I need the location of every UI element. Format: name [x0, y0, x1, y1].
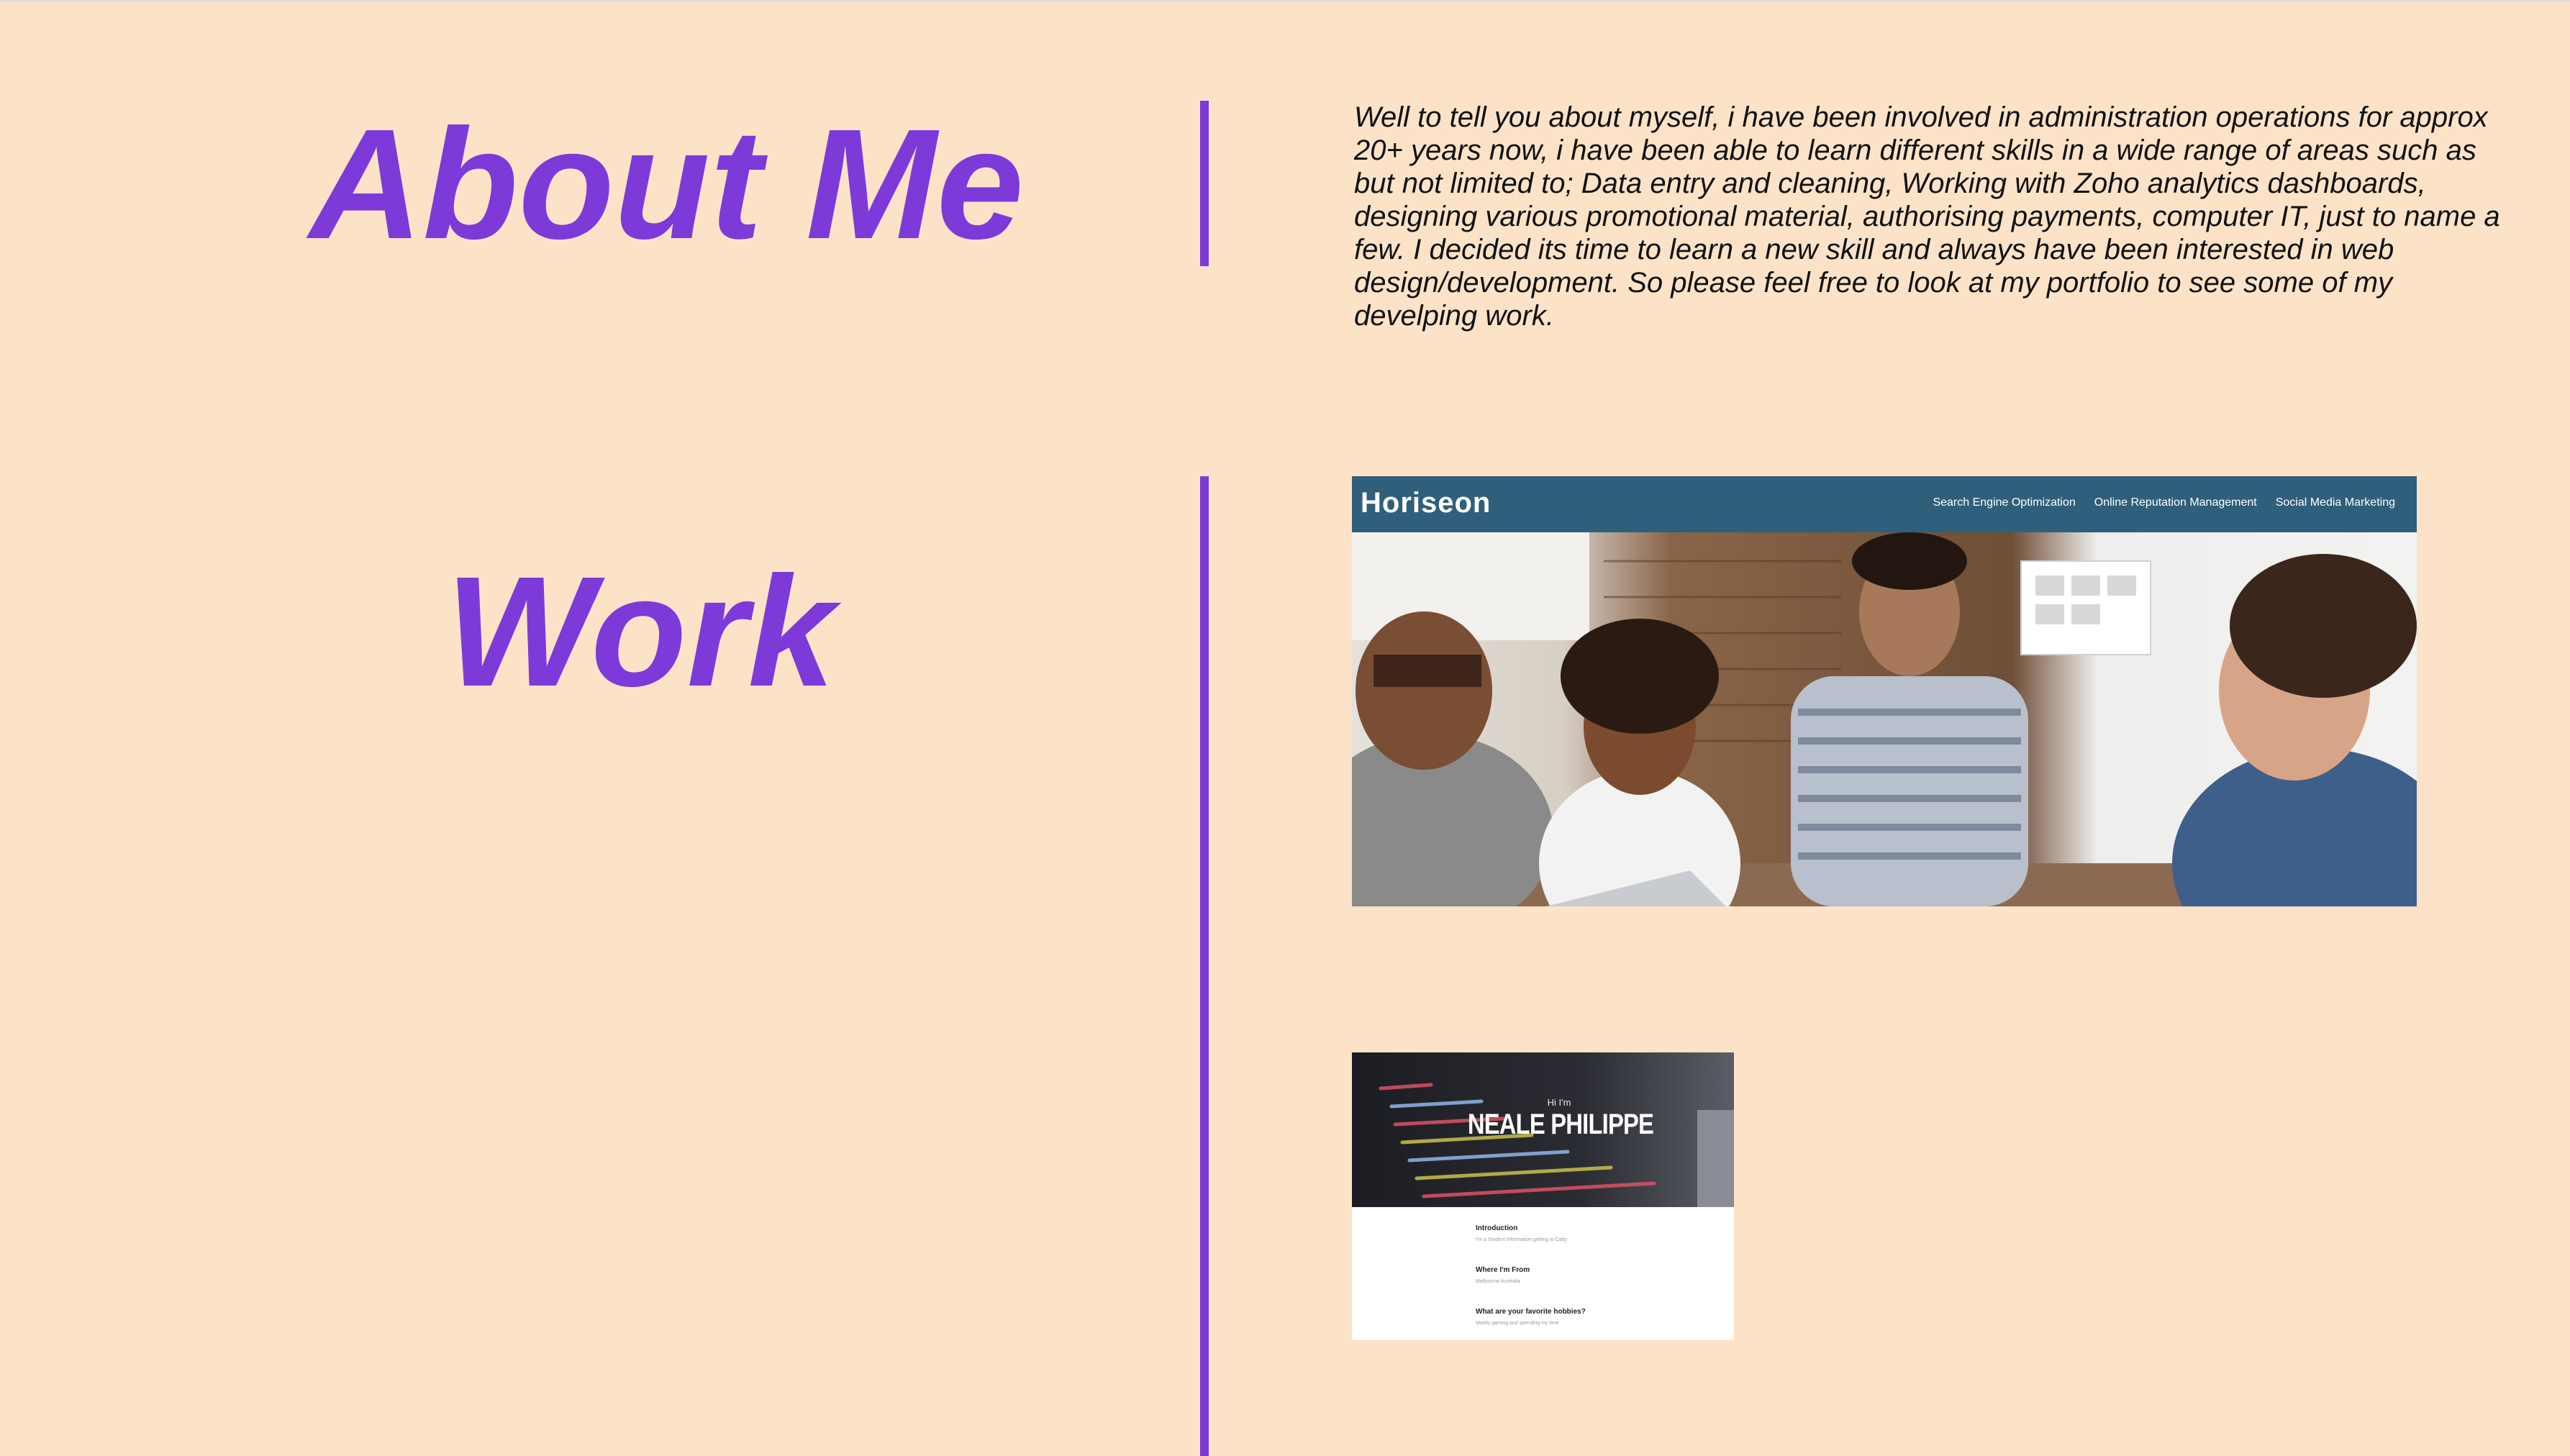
neale-section-text: Mostly gaming and spending my time [1476, 1321, 1559, 1326]
project-neale-thumbnail[interactable]: Hi I'm NEALE PHILIPPE Introduction I'm a… [1352, 1052, 1734, 1340]
horiseon-header: Horiseon Search Engine Optimization Onli… [1352, 476, 2417, 532]
about-paragraph: Well to tell you about myself, i have be… [1354, 101, 2500, 332]
neale-greeting: Hi I'm [1547, 1097, 1571, 1108]
horiseon-logo: Horiseon [1361, 487, 1491, 519]
about-heading: About Me [309, 97, 1024, 272]
project-horiseon-thumbnail[interactable]: Horiseon Search Engine Optimization Onli… [1352, 476, 2417, 906]
horiseon-team-photo [1352, 532, 2417, 906]
neale-section-heading: Introduction [1476, 1224, 1518, 1232]
horiseon-nav-seo: Search Engine Optimization [1933, 496, 2076, 509]
horiseon-nav-orm: Online Reputation Management [2094, 496, 2257, 509]
neale-section-text: I'm a Student Information getting to Cat… [1476, 1237, 1568, 1242]
work-heading: Work [445, 545, 835, 719]
neale-name: NEALE PHILIPPE [1467, 1109, 1654, 1140]
neale-content: Introduction I'm a Student Information g… [1352, 1207, 1734, 1340]
horiseon-nav: Search Engine Optimization Online Reputa… [1933, 496, 2395, 509]
neale-section-heading: What are your favorite hobbies? [1476, 1308, 1586, 1316]
horiseon-nav-smm: Social Media Marketing [2275, 496, 2395, 509]
about-divider [1200, 101, 1209, 266]
work-divider [1200, 476, 1209, 1456]
neale-section-heading: Where I'm From [1476, 1266, 1530, 1274]
neale-section-text: Melbourne Australia [1476, 1279, 1520, 1284]
top-border [0, 0, 2570, 2]
